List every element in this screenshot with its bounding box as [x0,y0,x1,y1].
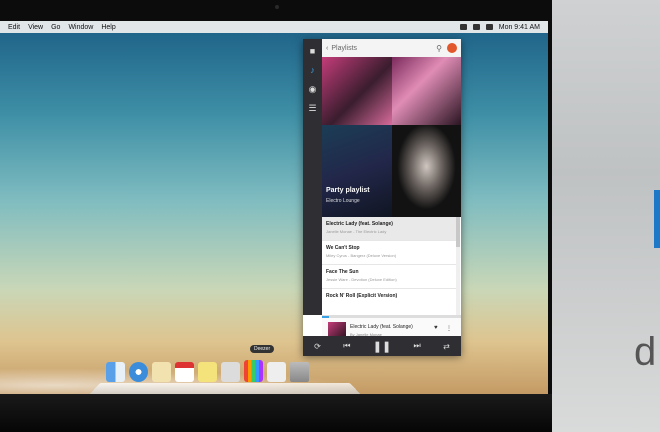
previous-icon[interactable]: ⏮ [343,341,350,351]
heart-icon[interactable]: ♥ [434,325,438,331]
battery-icon[interactable] [459,24,467,30]
now-playing-title: Electric Lady (feat. Solange) [350,324,413,330]
track-row[interactable]: We Can't Stop Miley Cyrus - Bangerz (Del… [322,241,456,265]
progress-fill [322,316,329,318]
deezer-icon[interactable] [244,360,263,382]
track-row[interactable]: Electric Lady (feat. Solange) Janelle Mo… [322,217,456,241]
more-icon[interactable]: ⋮ [446,325,452,332]
laptop-bottom-bezel [0,394,552,432]
track-title: Face The Sun [326,269,359,275]
app-icon[interactable] [221,362,240,382]
menu-edit[interactable]: Edit [8,24,20,31]
laptop-bezel: Edit View Go Window Help Mon 9:41 AM ■ ♪… [0,0,552,432]
playlist-title: Party playlist [326,187,370,194]
scrollbar-thumb[interactable] [456,217,460,247]
search-icon[interactable]: ⚲ [436,44,442,53]
menu-go[interactable]: Go [51,24,60,31]
track-title: We Can't Stop [326,245,360,251]
preview-icon[interactable] [267,362,286,382]
sidebar-rail: ■ ♪ ◉ ☰ [303,39,322,315]
wifi-icon[interactable] [472,24,480,30]
stickies-icon[interactable] [198,362,217,382]
track-subtitle: Miley Cyrus - Bangerz (Deluxe Version) [326,253,397,258]
playlist-owner: Electro Lounge [326,198,360,204]
volume-icon[interactable] [485,24,493,30]
album-cover [322,57,392,125]
track-subtitle: Jessie Ware - Devotion (Deluxe Edition) [326,277,397,282]
avatar[interactable] [447,43,457,53]
progress-bar[interactable] [322,316,461,318]
queue-list-icon[interactable]: ☰ [308,103,318,113]
dock-icons [106,360,309,382]
radio-icon[interactable]: ◉ [308,84,318,94]
menu-clock[interactable]: Mon 9:41 AM [499,24,540,31]
shuffle-icon[interactable]: ⇄ [443,342,450,351]
track-title: Electric Lady (feat. Solange) [326,221,393,227]
track-row[interactable]: Rock N' Roll (Explicit Version) [322,289,456,315]
music-note-icon[interactable]: ♪ [308,65,318,75]
brand-strip [654,190,660,248]
music-player-window: ■ ♪ ◉ ☰ ‹ Playlists ⚲ Party playlist Ele… [303,39,461,356]
desktop-screen: Edit View Go Window Help Mon 9:41 AM ■ ♪… [0,21,548,394]
album-cover [392,57,461,125]
track-row[interactable]: Face The Sun Jessie Ware - Devotion (Del… [322,265,456,289]
player-header: ‹ Playlists ⚲ [322,39,461,58]
calendar-icon[interactable] [175,362,194,382]
track-subtitle: Janelle Monae - The Electric Lady [326,229,387,234]
trash-icon[interactable] [290,362,309,382]
camera-icon [275,5,279,9]
back-icon[interactable]: ‹ [326,45,328,52]
track-list: Electric Lady (feat. Solange) Janelle Mo… [322,217,456,315]
menu-help[interactable]: Help [101,24,115,31]
library-icon[interactable]: ■ [308,46,318,56]
safari-icon[interactable] [129,362,148,382]
playback-controls: ⟳ ⏮ ❚❚ ⏭ ⇄ [303,336,461,356]
finder-icon[interactable] [106,362,125,382]
album-cover [392,125,461,217]
header-title: Playlists [331,44,358,52]
dock-tooltip: Deezer [250,345,275,353]
menu-window[interactable]: Window [68,24,93,31]
scrollbar[interactable] [456,217,460,315]
next-icon[interactable]: ⏭ [414,341,421,351]
repeat-icon[interactable]: ⟳ [314,342,321,351]
background-letter: d [634,330,657,374]
track-title: Rock N' Roll (Explicit Version) [326,293,398,299]
dock [87,382,363,394]
menu-bar: Edit View Go Window Help Mon 9:41 AM [0,21,548,33]
pause-icon[interactable]: ❚❚ [373,340,391,353]
notes-icon[interactable] [152,362,171,382]
menu-view[interactable]: View [28,24,43,31]
playlist-artwork[interactable]: Party playlist Electro Lounge [322,57,461,217]
